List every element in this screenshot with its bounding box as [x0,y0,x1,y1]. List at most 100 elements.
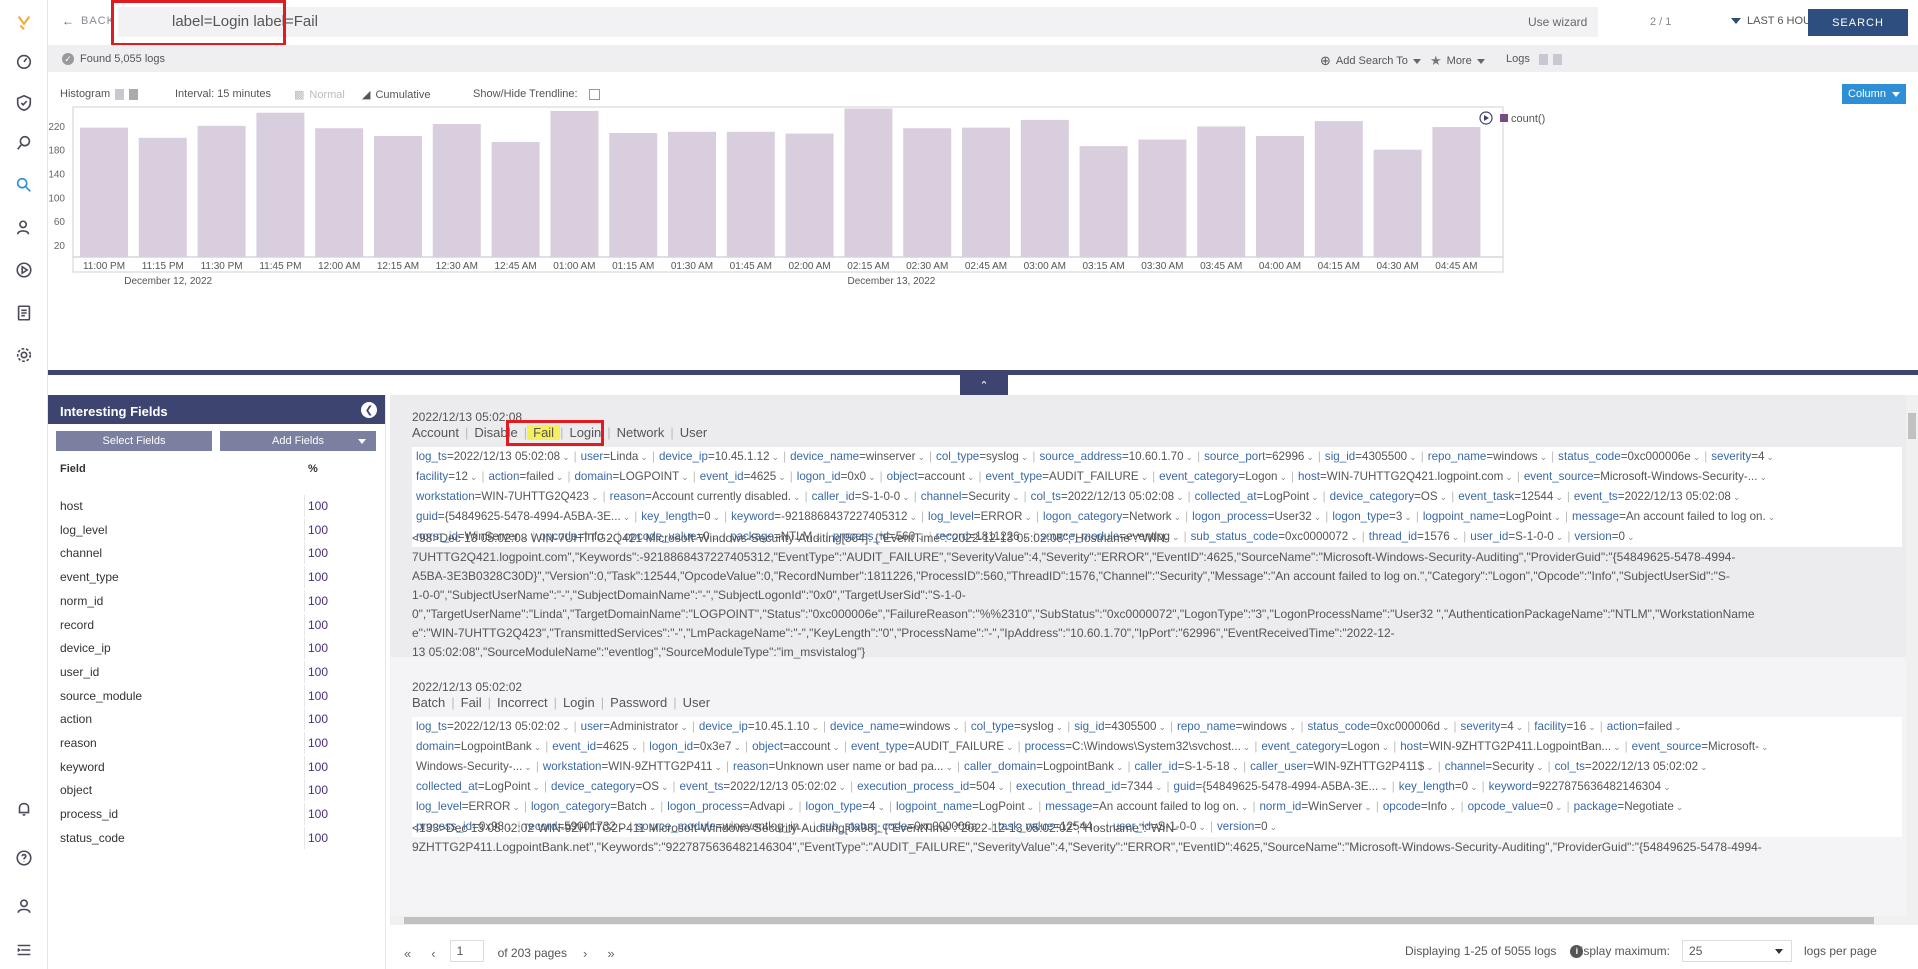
kv-pair[interactable]: action=failed ⌄ [488,470,567,483]
select-fields-button[interactable]: Select Fields [56,431,212,451]
kv-pair[interactable]: caller_domain=LogpointBank ⌄ [964,760,1127,773]
chevron-down-icon[interactable]: ⌄ [649,802,657,812]
chevron-down-icon[interactable]: ⌄ [967,472,975,482]
kv-pair[interactable]: event_category=Logon ⌄ [1261,740,1393,753]
chevron-down-icon[interactable]: ⌄ [1553,512,1561,522]
kv-pair[interactable]: opcode_value=0 ⌄ [1468,800,1567,813]
cumulative-mode-button[interactable]: ◢ Cumulative [362,88,431,102]
chevron-down-icon[interactable]: ⌄ [1674,722,1682,732]
chevron-down-icon[interactable]: ⌄ [1232,762,1240,772]
query-input[interactable] [118,7,1598,37]
chevron-down-icon[interactable]: ⌄ [556,472,564,482]
kv-pair[interactable]: logon_type=4 ⌄ [806,800,890,813]
kv-pair[interactable]: logon_process=User32 ⌄ [1192,510,1325,523]
kv-pair[interactable]: event_ts=2022/12/13 05:02:08 ⌄ [1574,490,1745,503]
help-icon[interactable] [12,846,36,870]
log-label[interactable]: Network [611,425,671,440]
field-row[interactable]: status_code 100 [60,826,376,855]
kv-pair[interactable]: event_source=Microsoft- ⌄ [1632,740,1773,753]
kv-pair[interactable]: device_ip=10.45.1.10 ⌄ [699,720,823,733]
chevron-down-icon[interactable]: ⌄ [1663,782,1671,792]
chevron-down-icon[interactable]: ⌄ [909,512,917,522]
kv-pair[interactable]: package=Negotiate ⌄ [1574,800,1688,813]
kv-pair[interactable]: domain=LogpointBank ⌄ [416,740,545,753]
logs-view-toggle[interactable]: Logs [1506,53,1562,65]
next-page-icon[interactable]: › [583,946,587,961]
kv-pair[interactable]: guid={54849625-5478-4994-A5BA-3E... ⌄ [1174,780,1392,793]
chevron-down-icon[interactable]: ⌄ [1613,742,1621,752]
chevron-down-icon[interactable]: ⌄ [734,742,742,752]
chevron-down-icon[interactable]: ⌄ [681,472,689,482]
kv-pair[interactable]: object=account ⌄ [887,470,979,483]
chevron-down-icon[interactable]: ⌄ [1555,492,1563,502]
kv-pair[interactable]: keyword=9227875636482146304 ⌄ [1489,780,1675,793]
collapse-chevron-up-icon[interactable]: ⌃ [960,375,1008,395]
chevron-down-icon[interactable]: ⌄ [1012,492,1020,502]
kv-pair[interactable]: logon_category=Network ⌄ [1043,510,1185,523]
kv-pair[interactable]: log_ts=2022/12/13 05:02:02 ⌄ [416,720,574,733]
chevron-down-icon[interactable]: ⌄ [1176,492,1184,502]
kv-pair[interactable]: log_ts=2022/12/13 05:02:08 ⌄ [416,450,574,463]
log-label[interactable]: Incorrect [491,695,554,710]
chevron-down-icon[interactable]: ⌄ [1536,762,1544,772]
chevron-down-icon[interactable]: ⌄ [1733,492,1741,502]
bar-view-icon[interactable] [115,88,125,100]
block-view-icon[interactable] [129,88,139,100]
profile-icon[interactable] [12,894,36,918]
chevron-down-icon[interactable]: ⌄ [562,722,570,732]
display-max-select[interactable]: 25 [1682,940,1793,962]
chevron-down-icon[interactable]: ⌄ [952,722,960,732]
kv-pair[interactable]: reason=Account currently disabled. ⌄ [610,490,805,503]
kv-pair[interactable]: source_port=62996 ⌄ [1204,450,1318,463]
chevron-down-icon[interactable]: ⌄ [772,452,780,462]
kv-pair[interactable]: Windows-Security-... ⌄ [416,760,536,773]
chevron-down-icon[interactable]: ⌄ [1409,452,1417,462]
log-label[interactable]: Disable [468,425,523,440]
kv-pair[interactable]: log_level=ERROR ⌄ [928,510,1036,523]
chevron-down-icon[interactable]: ⌄ [1426,762,1434,772]
kv-pair[interactable]: logpoint_name=LogPoint ⌄ [896,800,1038,813]
chevron-down-icon[interactable]: ⌄ [1382,742,1390,752]
interval-label[interactable]: Interval: 15 minutes [175,88,271,100]
kv-pair[interactable]: channel=Security ⌄ [921,490,1024,503]
chevron-down-icon[interactable]: ⌄ [1505,472,1513,482]
log-label[interactable]: User [677,695,716,710]
use-wizard-link[interactable]: Use wizard [1528,15,1587,29]
chevron-down-icon[interactable]: ⌄ [1314,512,1322,522]
kv-pair[interactable]: workstation=WIN-9ZHTTG2P411 ⌄ [543,760,726,773]
chevron-down-icon[interactable]: ⌄ [1759,472,1767,482]
histogram-toggle[interactable]: Histogram [60,88,139,100]
back-button[interactable]: ← BACK [62,14,115,28]
kv-pair[interactable]: process=C:\Windows\System32\svchost... ⌄ [1025,740,1255,753]
more-button[interactable]: ★ More [1430,53,1485,69]
kv-pair[interactable]: event_id=4625 ⌄ [552,740,642,753]
kv-pair[interactable]: logpoint_name=LogPoint ⌄ [1423,510,1565,523]
kv-pair[interactable]: logon_category=Batch ⌄ [531,800,660,813]
investigate-icon[interactable] [12,131,36,155]
kv-pair[interactable]: norm_id=WinServer ⌄ [1259,800,1375,813]
kv-pair[interactable]: key_length=0 ⌄ [641,510,724,523]
chevron-down-icon[interactable]: ⌄ [1289,722,1297,732]
chevron-down-icon[interactable]: ⌄ [793,492,801,502]
chevron-down-icon[interactable]: ⌄ [945,762,953,772]
kv-pair[interactable]: device_category=OS ⌄ [1330,490,1452,503]
chevron-down-icon[interactable]: ⌄ [1449,802,1457,812]
chevron-down-icon[interactable]: ⌄ [591,492,599,502]
log-label[interactable]: Account [412,425,465,440]
kv-pair[interactable]: logon_id=0x0 ⌄ [797,470,880,483]
kv-pair[interactable]: host=WIN-9ZHTTG2P411.LogpointBan... ⌄ [1400,740,1624,753]
gear-icon[interactable] [12,343,36,367]
kv-pair[interactable]: repo_name=windows ⌄ [1177,720,1300,733]
menu-toggle-icon[interactable] [12,938,36,962]
kv-pair[interactable]: user=Administrator ⌄ [581,720,692,733]
chevron-down-icon[interactable]: ⌄ [1404,512,1412,522]
report-icon[interactable] [12,301,36,325]
chevron-down-icon[interactable]: ⌄ [1158,722,1166,732]
kv-pair[interactable]: repo_name=windows ⌄ [1428,450,1551,463]
chevron-down-icon[interactable]: ⌄ [917,452,925,462]
last-page-icon[interactable]: » [607,946,614,961]
chevron-down-icon[interactable]: ⌄ [1761,742,1769,752]
chevron-down-icon[interactable]: ⌄ [1540,452,1548,462]
kv-pair[interactable]: device_name=windows ⌄ [830,720,964,733]
log-label[interactable]: Login [557,695,601,710]
